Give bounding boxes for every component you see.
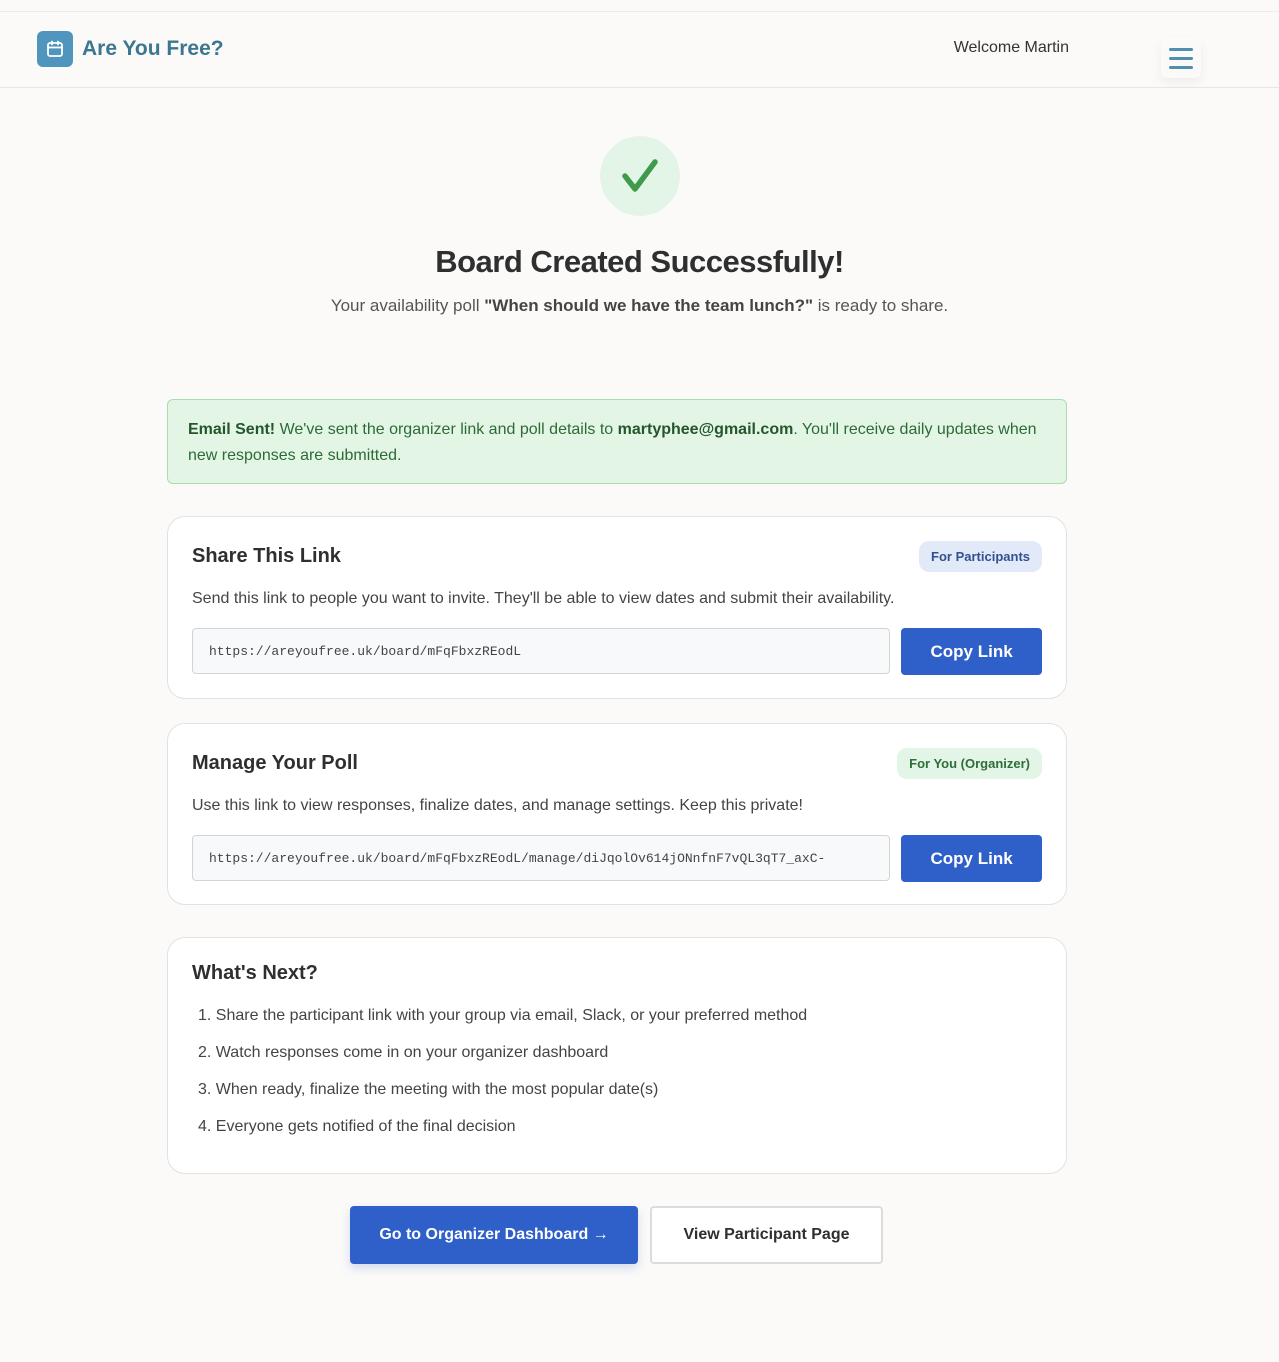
menu-bar [1169,47,1193,51]
poll-name: "When should we have the team lunch?" [484,296,814,315]
brand-name: Are You Free? [82,37,224,60]
share-card-title: Share This Link [192,545,341,567]
alert-text-before: We've sent the organizer link and poll d… [275,421,618,438]
participant-link-input[interactable]: https://areyoufree.uk/board/mFqFbxzREodL [192,628,891,674]
alert-strong: Email Sent! [188,421,276,438]
email-sent-alert: Email Sent! We've sent the organizer lin… [167,399,1067,484]
action-buttons: Go to Organizer Dashboard → View Partici… [350,1206,883,1264]
subtitle-suffix: is ready to share. [813,296,949,315]
copy-participant-link-button[interactable]: Copy Link [901,628,1042,675]
view-participant-page-button[interactable]: View Participant Page [650,1206,883,1264]
success-section: Board Created Successfully! Your availab… [0,136,1279,316]
list-item: 2. Watch responses come in on your organ… [198,1044,609,1061]
manage-card-title: Manage Your Poll [192,752,358,774]
manage-poll-card: Manage Your Poll For You (Organizer) Use… [167,723,1067,905]
share-card-description: Send this link to people you want to inv… [192,590,895,607]
whats-next-card: What's Next? 1. Share the participant li… [167,937,1067,1174]
participants-badge: For Participants [919,541,1042,572]
success-subtitle: Your availability poll "When should we h… [0,296,1279,316]
list-item: 1. Share the participant link with your … [198,1007,808,1024]
organizer-badge: For You (Organizer) [897,748,1042,779]
share-link-card: Share This Link For Participants Send th… [167,516,1067,699]
check-icon [599,136,680,216]
calendar-icon [37,31,73,67]
page-title: Board Created Successfully! [435,244,844,279]
brand-logo[interactable]: Are You Free? [37,31,224,67]
next-steps-list: 1. Share the participant link with your … [192,1003,1042,1151]
copy-organizer-link-button[interactable]: Copy Link [901,835,1042,882]
subtitle-prefix: Your availability poll [330,296,485,315]
menu-bar [1169,56,1193,60]
alert-email: martyphee@gmail.com [617,421,794,438]
navbar: Are You Free? Welcome Martin [0,12,1279,88]
organizer-link-input[interactable]: https://areyoufree.uk/board/mFqFbxzREodL… [192,835,891,881]
list-item: 3. When ready, finalize the meeting with… [198,1081,659,1098]
organizer-dashboard-button[interactable]: Go to Organizer Dashboard → [350,1206,638,1264]
welcome-text: Welcome Martin [953,39,1069,56]
list-item: 4. Everyone gets notified of the final d… [198,1118,516,1135]
whats-next-title: What's Next? [192,962,318,984]
hamburger-menu-icon[interactable] [1161,38,1201,78]
manage-card-description: Use this link to view responses, finaliz… [192,797,803,814]
top-strip [0,0,1279,12]
menu-bar [1169,65,1193,69]
